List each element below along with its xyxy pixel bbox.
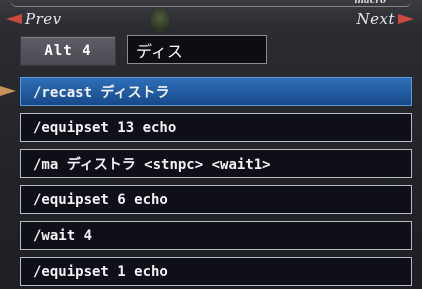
prev-label: Prev (25, 10, 62, 28)
macro-name-field[interactable]: ディス (127, 35, 267, 64)
macro-line-5[interactable]: /wait 4 (20, 221, 412, 250)
macro-window: Prev Next macro Alt 4 ディス /recast ディストラ … (0, 0, 422, 289)
macro-line-1[interactable]: /recast ディストラ (20, 77, 412, 106)
next-button[interactable]: Next (356, 10, 414, 28)
macro-line-2[interactable]: /equipset 13 echo (20, 113, 412, 142)
crest-icon (151, 8, 169, 32)
macro-line-6[interactable]: /equipset 1 echo (20, 257, 412, 286)
prev-button[interactable]: Prev (6, 10, 62, 28)
macro-title: macro (354, 0, 386, 6)
macro-line-3[interactable]: /ma ディストラ <stnpc> <wait1> (20, 149, 412, 178)
arrow-right-icon (398, 14, 414, 24)
next-label: Next (356, 10, 395, 28)
arrow-left-icon (6, 14, 22, 24)
alt-set-label: Alt 4 (20, 36, 116, 66)
macro-nav: Prev Next (0, 6, 422, 32)
macro-line-4[interactable]: /equipset 6 echo (20, 185, 412, 214)
hand-pointer-icon (0, 86, 16, 96)
